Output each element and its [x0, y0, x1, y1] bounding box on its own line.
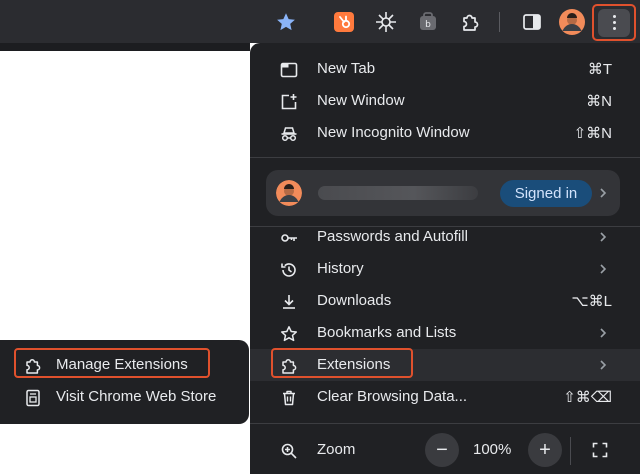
downloads-label: Downloads — [317, 292, 392, 309]
menu-item-new-window[interactable]: New Window ⌘N — [250, 85, 640, 117]
zoom-in-button[interactable]: + — [528, 433, 562, 467]
menu-item-new-tab[interactable]: New Tab ⌘T — [250, 53, 640, 85]
new-tab-icon — [280, 62, 298, 78]
zoom-level: 100% — [473, 441, 512, 458]
web-store-icon — [26, 389, 40, 407]
manage-extensions-highlight-box — [14, 348, 210, 378]
menu-item-history[interactable]: History — [250, 253, 640, 285]
new-incognito-shortcut: ⇧⌘N — [573, 125, 612, 142]
zoom-icon — [281, 443, 297, 459]
profile-row[interactable]: Signed in — [266, 170, 620, 216]
menu-divider — [250, 423, 640, 424]
zoom-row: Zoom − 100% + — [250, 433, 640, 469]
chevron-right-icon — [600, 188, 607, 198]
new-window-shortcut: ⌘N — [586, 93, 612, 110]
sunburst-extension-icon[interactable] — [372, 8, 400, 36]
zoom-separator — [570, 437, 571, 465]
puzzle-extensions-icon[interactable] — [456, 8, 484, 36]
trash-icon — [283, 390, 295, 406]
new-window-label: New Window — [317, 92, 405, 109]
menu-item-bookmarks[interactable]: Bookmarks and Lists — [250, 317, 640, 349]
new-window-icon — [281, 94, 297, 110]
profile-avatar — [276, 180, 302, 206]
chevron-right-icon — [600, 328, 607, 338]
key-icon — [281, 234, 297, 242]
browser-toolbar: b — [0, 0, 640, 43]
menu-item-clear-browsing-data[interactable]: Clear Browsing Data... ⇧⌘⌫ — [250, 381, 640, 413]
blurred-profile-name — [318, 186, 478, 200]
fullscreen-icon[interactable] — [592, 442, 608, 458]
clear-data-shortcut: ⇧⌘⌫ — [563, 389, 612, 406]
chevron-right-icon — [600, 264, 607, 274]
chrome-main-menu: New Tab ⌘T New Window ⌘N New Incognito W… — [250, 43, 640, 474]
menu-item-new-incognito[interactable]: New Incognito Window ⇧⌘N — [250, 117, 640, 149]
downloads-shortcut: ⌥⌘L — [571, 293, 612, 310]
toolbar-shadow — [0, 43, 250, 51]
extensions-highlight-box — [271, 348, 413, 378]
menu-divider — [250, 157, 640, 158]
svg-text:b: b — [425, 20, 431, 30]
signed-in-badge: Signed in — [500, 180, 592, 207]
new-tab-label: New Tab — [317, 60, 376, 77]
shortcut-extension-icon[interactable]: b — [414, 8, 442, 36]
menu-item-passwords[interactable]: Passwords and Autofill — [250, 221, 640, 253]
extensions-submenu: Manage Extensions Visit Chrome Web Store — [0, 340, 249, 424]
side-panel-icon[interactable] — [518, 8, 546, 36]
more-menu-icon — [598, 8, 630, 37]
zoom-label: Zoom — [317, 441, 356, 458]
new-incognito-label: New Incognito Window — [317, 124, 470, 141]
submenu-item-web-store[interactable]: Visit Chrome Web Store — [0, 382, 249, 412]
incognito-icon — [281, 127, 297, 142]
history-icon — [281, 263, 296, 277]
chevron-right-icon — [600, 232, 607, 242]
hubspot-icon[interactable] — [330, 8, 358, 36]
clear-data-label: Clear Browsing Data... — [317, 388, 468, 405]
bookmarks-label: Bookmarks and Lists — [317, 324, 457, 341]
chevron-right-icon — [600, 360, 607, 370]
toolbar-separator — [499, 12, 500, 32]
profile-avatar[interactable] — [558, 8, 586, 36]
new-tab-shortcut: ⌘T — [587, 61, 612, 78]
menu-item-downloads[interactable]: Downloads ⌥⌘L — [250, 285, 640, 317]
web-store-label: Visit Chrome Web Store — [56, 388, 217, 405]
star-icon[interactable] — [272, 8, 300, 36]
zoom-out-button[interactable]: − — [425, 433, 459, 467]
history-label: History — [317, 260, 364, 277]
more-menu-button[interactable] — [592, 4, 636, 41]
passwords-label: Passwords and Autofill — [317, 228, 468, 245]
star-outline-icon — [280, 326, 298, 342]
download-icon — [283, 295, 295, 309]
